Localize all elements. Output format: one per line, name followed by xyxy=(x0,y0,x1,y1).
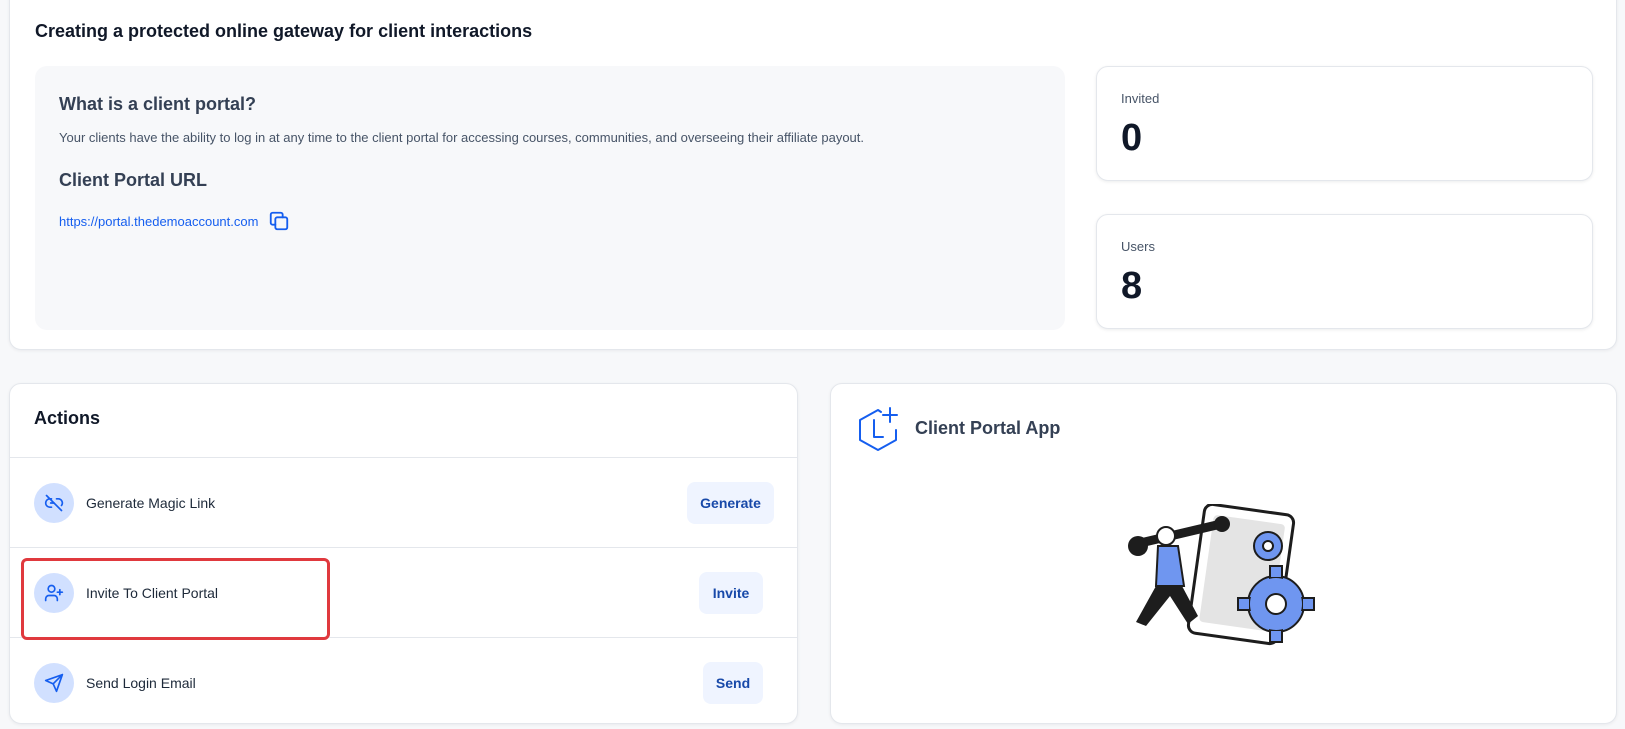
action-row-invite-to-client-portal[interactable]: Invite To Client Portal Invite xyxy=(10,547,797,637)
portal-url-heading: Client Portal URL xyxy=(59,170,208,190)
generate-magic-link-label: Generate Magic Link xyxy=(86,495,216,511)
link-icon xyxy=(34,483,74,523)
portal-url-link[interactable]: https://portal.thedemoaccount.com xyxy=(59,214,258,229)
invite-button[interactable]: Invite xyxy=(699,572,763,614)
send-icon xyxy=(34,663,74,703)
what-is-portal-heading: What is a client portal? xyxy=(59,94,257,114)
action-row-send-login-email: Send Login Email Send xyxy=(10,637,797,723)
client-portal-logo-icon xyxy=(859,407,898,451)
client-portal-info-box: What is a client portal? Your clients ha… xyxy=(35,66,1065,330)
send-button[interactable]: Send xyxy=(703,662,763,704)
what-is-portal-description: Your clients have the ability to log in … xyxy=(59,130,864,145)
copy-icon[interactable] xyxy=(268,210,290,232)
portal-url-row: https://portal.thedemoaccount.com xyxy=(59,210,290,232)
person-with-wrench-and-gears-illustration xyxy=(1128,504,1315,646)
action-row-generate-magic-link: Generate Magic Link Generate xyxy=(10,457,797,547)
invited-stat-card: Invited 0 xyxy=(1096,66,1593,181)
send-login-email-label: Send Login Email xyxy=(86,675,196,691)
invited-count: 0 xyxy=(1121,117,1143,159)
users-count: 8 xyxy=(1121,265,1143,307)
users-stat-card: Users 8 xyxy=(1096,214,1593,329)
users-label: Users xyxy=(1121,239,1155,254)
user-plus-icon xyxy=(34,573,74,613)
generate-button[interactable]: Generate xyxy=(687,482,774,524)
portal-overview-card: Creating a protected online gateway for … xyxy=(9,0,1617,350)
actions-title: Actions xyxy=(34,408,101,428)
actions-card: Actions Generate Magic Link Generate Inv… xyxy=(9,383,798,724)
client-portal-app-card: Client Portal App xyxy=(830,383,1617,724)
client-portal-app-title: Client Portal App xyxy=(915,418,1061,438)
invite-to-client-portal-label: Invite To Client Portal xyxy=(86,585,219,601)
invited-label: Invited xyxy=(1121,91,1160,106)
page-title: Creating a protected online gateway for … xyxy=(35,21,533,41)
